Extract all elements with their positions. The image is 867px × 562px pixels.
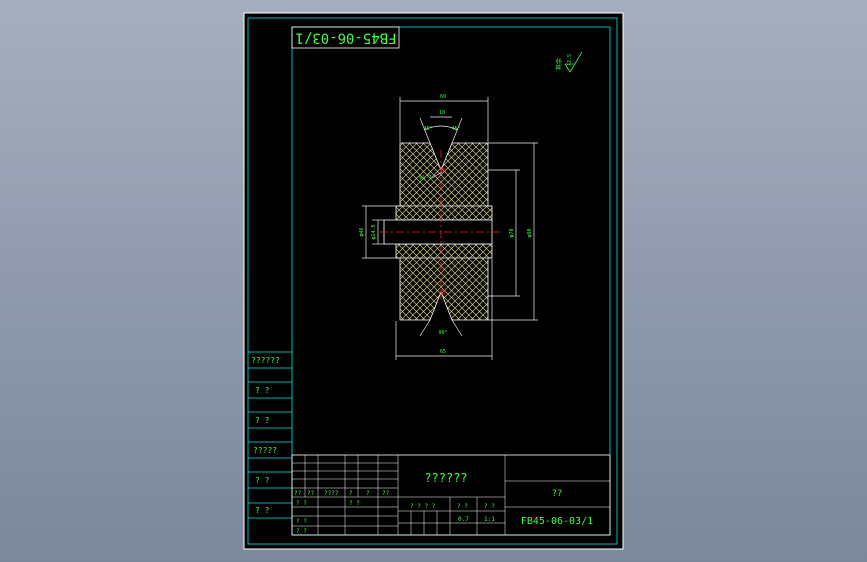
std-label: ? ?	[349, 500, 360, 507]
side-label-5: ? ?	[255, 476, 270, 485]
side-label-6: ? ?	[255, 506, 270, 515]
drawing-number-stamp-text: FB45-06-03/1	[295, 30, 396, 46]
side-label-1: ??????	[251, 356, 280, 365]
rev-header-6: ??	[382, 490, 390, 497]
dim-top-groove: 10	[439, 110, 445, 116]
weight-label: ? ?	[457, 503, 468, 510]
dim-top-right-angle: 45°	[451, 126, 460, 132]
approver-label: ? ?	[296, 528, 307, 535]
side-label-4: ?????	[253, 446, 277, 455]
roughness-note: 其余	[555, 58, 563, 70]
cad-viewport[interactable]: FB45-06-03/1 其余 12.5 60 10 45° 45° R1.5 …	[0, 0, 867, 562]
checker-label: ? ?	[296, 518, 307, 525]
dim-bottom-overall: 65	[440, 349, 446, 355]
dim-left-outer: φ46	[359, 227, 365, 236]
dim-top-left-angle: 45°	[423, 126, 432, 132]
dim-right-outer: φ90	[527, 228, 533, 237]
side-label-3: ? ?	[255, 416, 270, 425]
dim-bottom-angle: 90°	[438, 330, 447, 336]
rev-header-1: ??	[294, 490, 302, 497]
drawing-title: ??????	[424, 471, 467, 485]
dim-top-overall: 60	[440, 94, 446, 100]
scale-label: ? ?	[484, 503, 495, 510]
dim-left-inner: φ14.5	[371, 224, 377, 239]
rev-header-4: ?	[349, 490, 353, 497]
rev-header-5: ?	[366, 490, 370, 497]
sheets-value: 1:1	[484, 516, 495, 523]
scale-value: 0.7	[458, 516, 469, 523]
rev-header-3: ????	[324, 490, 339, 497]
dim-right-inner: φ70	[509, 228, 515, 237]
designer-label: ? ?	[296, 500, 307, 507]
drawing-number-stamp: FB45-06-03/1	[291, 26, 400, 49]
material-label: ??	[552, 489, 563, 499]
rev-header-2: ??	[307, 490, 315, 497]
drawing-number: FB45-06-03/1	[521, 516, 593, 527]
side-label-2: ? ?	[255, 386, 270, 395]
stage-label: ? ? ? ?	[410, 503, 436, 510]
